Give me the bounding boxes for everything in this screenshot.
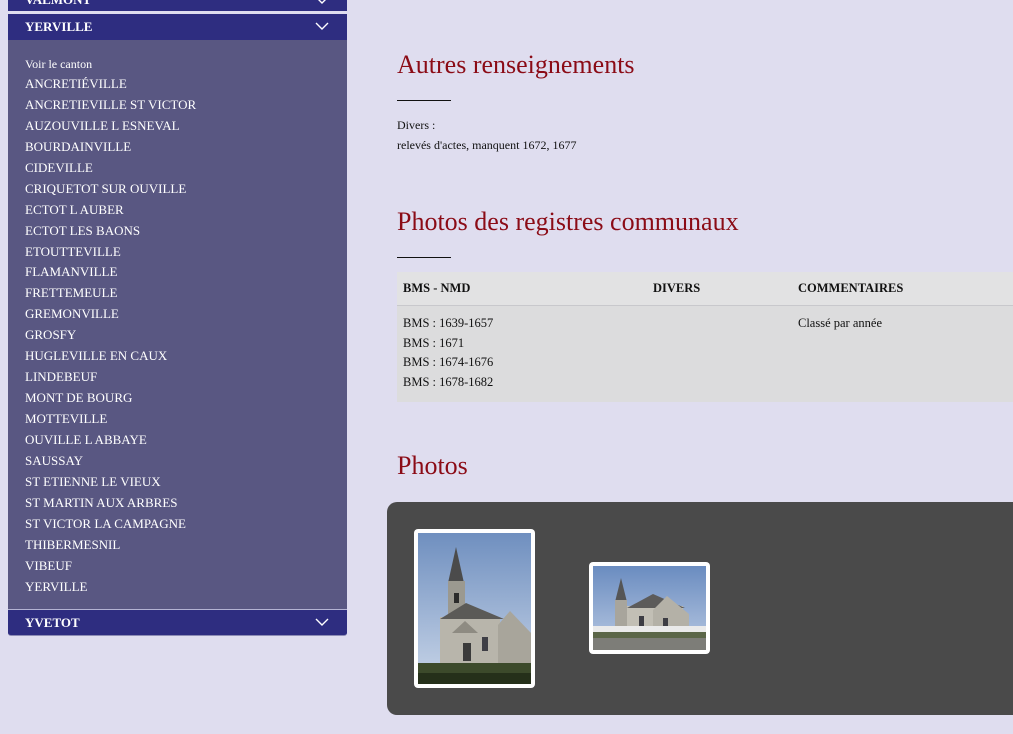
commune-link[interactable]: YERVILLE	[25, 577, 347, 598]
commune-link[interactable]: CIDEVILLE	[25, 158, 347, 179]
table-row: BMS : 1639-1657 BMS : 1671 BMS : 1674-1676…	[397, 305, 1013, 402]
church-photo-icon	[593, 566, 706, 650]
photo-thumbnail-church-portrait[interactable]	[414, 529, 535, 688]
commune-link[interactable]: GROSFY	[25, 325, 347, 346]
table-header-row: BMS - NMD DIVERS COMMENTAIRES	[397, 272, 1013, 306]
accordion-header-yvetot[interactable]: YVETOT	[8, 610, 347, 637]
section-title-other-info: Autres renseignements	[397, 50, 635, 79]
register-range-link[interactable]: BMS : 1678-1682	[403, 373, 641, 393]
commune-link[interactable]: ST VICTOR LA CAMPAGNE	[25, 514, 347, 535]
info-text: relevés d'actes, manquent 1672, 1677	[397, 138, 577, 152]
title-underline	[397, 257, 451, 258]
commune-link[interactable]: ANCRETIEVILLE ST VICTOR	[25, 95, 347, 116]
commune-link[interactable]: ANCRETIÉVILLE	[25, 74, 347, 95]
commune-link[interactable]: MONT DE BOURG	[25, 388, 347, 409]
commune-link[interactable]: FRETTEMEULE	[25, 283, 347, 304]
accordion-header-yerville[interactable]: YERVILLE	[8, 14, 347, 40]
registers-table: BMS - NMD DIVERS COMMENTAIRES BMS : 1639…	[397, 272, 1013, 402]
commune-link[interactable]: AUZOUVILLE L ESNEVAL	[25, 116, 347, 137]
church-photo-icon	[418, 533, 531, 684]
commune-link[interactable]: LINDEBEUF	[25, 367, 347, 388]
commune-link[interactable]: SAUSSAY	[25, 451, 347, 472]
comment-cell: Classé par année	[792, 305, 1013, 402]
column-header-commentaires: COMMENTAIRES	[792, 272, 1013, 306]
commune-link[interactable]: HUGLEVILLE EN CAUX	[25, 346, 347, 367]
photo-gallery	[387, 502, 1013, 715]
sidebar: VALMONT YERVILLE Voir le cantonANCRETIÉV…	[8, 0, 347, 637]
register-range-link[interactable]: BMS : 1674-1676	[403, 353, 641, 373]
commune-link[interactable]: ECTOT L AUBER	[25, 200, 347, 221]
commune-link[interactable]: VIBEUF	[25, 556, 347, 577]
commune-link[interactable]: ETOUTTEVILLE	[25, 242, 347, 263]
chevron-down-icon	[315, 618, 329, 627]
info-label: Divers :	[397, 118, 436, 132]
commune-link[interactable]: CRIQUETOT SUR OUVILLE	[25, 179, 347, 200]
accordion-title: YERVILLE	[25, 19, 93, 34]
divers-cell	[647, 305, 792, 402]
column-header-divers: DIVERS	[647, 272, 792, 306]
section-title-photos: Photos	[397, 451, 468, 480]
view-canton-link[interactable]: Voir le canton	[25, 55, 347, 74]
section-title-registers: Photos des registres communaux	[397, 207, 739, 236]
commune-link[interactable]: ECTOT LES BAONS	[25, 221, 347, 242]
commune-link[interactable]: GREMONVILLE	[25, 304, 347, 325]
chevron-down-icon	[315, 22, 329, 30]
commune-link[interactable]: ST MARTIN AUX ARBRES	[25, 493, 347, 514]
commune-link[interactable]: BOURDAINVILLE	[25, 137, 347, 158]
commune-link[interactable]: ST ETIENNE LE VIEUX	[25, 472, 347, 493]
commune-link[interactable]: THIBERMESNIL	[25, 535, 347, 556]
column-header-bms-nmd: BMS - NMD	[397, 272, 647, 306]
bms-nmd-cell: BMS : 1639-1657 BMS : 1671 BMS : 1674-1676…	[397, 305, 647, 402]
photo-thumbnail-church-landscape[interactable]	[589, 562, 710, 654]
comment-text: Classé par année	[798, 316, 882, 330]
title-underline	[397, 100, 451, 101]
register-range-link[interactable]: BMS : 1639-1657	[403, 314, 641, 334]
chevron-down-icon	[318, 0, 326, 4]
accordion-title: YVETOT	[25, 615, 80, 631]
register-range-link[interactable]: BMS : 1671	[403, 334, 641, 354]
commune-list: Voir le canton ANCRETIÉVILLE ANCRETIEVILLE…	[8, 40, 347, 611]
commune-link[interactable]: MOTTEVILLE	[25, 409, 347, 430]
commune-link[interactable]: OUVILLE L ABBAYE	[25, 430, 347, 451]
accordion-header-valmont[interactable]: VALMONT	[8, 0, 347, 11]
accordion-title: VALMONT	[25, 0, 91, 9]
commune-link[interactable]: FLAMANVILLE	[25, 262, 347, 283]
